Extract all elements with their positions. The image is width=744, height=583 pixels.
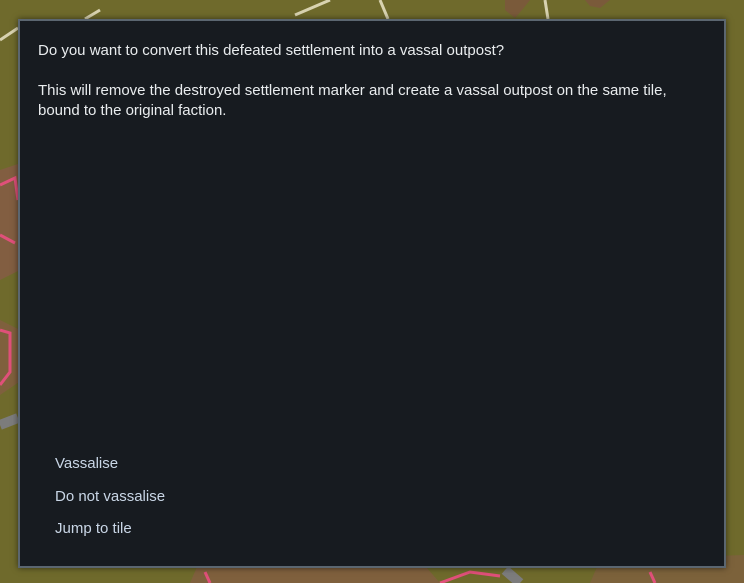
dialog-description: This will remove the destroyed settlemen…: [38, 82, 667, 119]
vassalise-dialog: Do you want to convert this defeated set…: [18, 19, 726, 568]
vassalise-option[interactable]: Vassalise: [55, 454, 165, 474]
jump-to-tile-option[interactable]: Jump to tile: [55, 519, 165, 539]
dialog-body: Do you want to convert this defeated set…: [38, 41, 688, 121]
do-not-vassalise-option[interactable]: Do not vassalise: [55, 487, 165, 507]
dialog-question: Do you want to convert this defeated set…: [38, 42, 505, 59]
dialog-options: Vassalise Do not vassalise Jump to tile: [55, 454, 165, 552]
